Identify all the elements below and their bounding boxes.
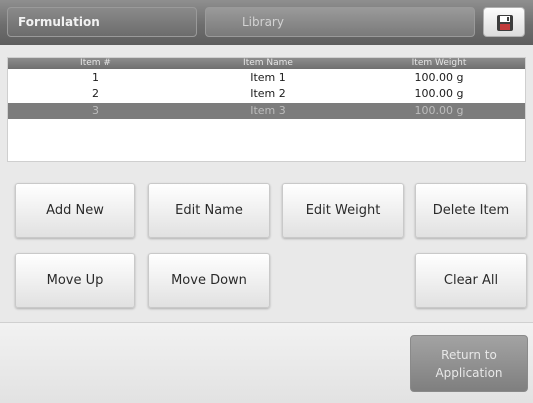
- item-number: 1: [92, 71, 99, 84]
- top-bar: Formulation Library: [0, 0, 533, 45]
- edit-name-button[interactable]: Edit Name: [148, 183, 270, 238]
- item-number: 3: [92, 104, 99, 117]
- add-new-button[interactable]: Add New: [15, 183, 135, 238]
- item-name: Item 3: [250, 104, 286, 117]
- item-weight: 100.00 g: [414, 71, 464, 84]
- tab-formulation[interactable]: Formulation: [7, 7, 197, 37]
- table-row[interactable]: 1 Item 1 100.00 g: [8, 70, 525, 86]
- item-weight: 100.00 g: [414, 104, 464, 117]
- tab-library[interactable]: Library: [205, 7, 475, 37]
- header-item-number: Item #: [80, 58, 111, 68]
- table-row[interactable]: 2 Item 2 100.00 g: [8, 86, 525, 102]
- formulation-table: Item # Item Name Item Weight 1 Item 1 10…: [7, 57, 526, 162]
- item-name: Item 2: [250, 87, 286, 100]
- table-row-selected[interactable]: 3 Item 3 100.00 g: [8, 103, 525, 119]
- delete-item-button[interactable]: Delete Item: [415, 183, 527, 238]
- clear-all-button[interactable]: Clear All: [415, 253, 527, 308]
- move-down-button[interactable]: Move Down: [148, 253, 270, 308]
- return-label-line1: Return to: [441, 347, 497, 362]
- header-item-weight: Item Weight: [411, 58, 467, 68]
- header-item-name: Item Name: [243, 58, 293, 68]
- save-button[interactable]: [483, 7, 525, 37]
- return-label-line2: Application: [435, 365, 503, 380]
- move-up-button[interactable]: Move Up: [15, 253, 135, 308]
- item-weight: 100.00 g: [414, 87, 464, 100]
- edit-weight-button[interactable]: Edit Weight: [282, 183, 404, 238]
- table-header: Item # Item Name Item Weight: [8, 58, 525, 69]
- return-to-application-button[interactable]: Return to Application: [410, 335, 528, 392]
- item-name: Item 1: [250, 71, 286, 84]
- floppy-disk-icon: [497, 15, 513, 31]
- item-number: 2: [92, 87, 99, 100]
